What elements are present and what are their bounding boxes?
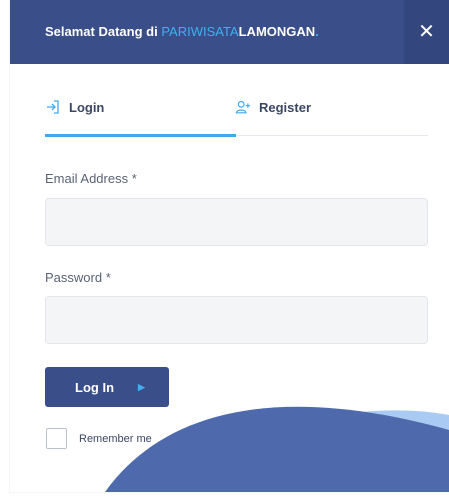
login-modal: Selamat Datang di PARIWISATALAMONGAN. ✕ …	[10, 0, 449, 492]
tab-login[interactable]: Login	[45, 100, 236, 137]
tab-register[interactable]: Register	[235, 100, 426, 136]
brand-part2: LAMONGAN	[238, 24, 316, 39]
login-submit-button[interactable]: Log In ▶	[45, 367, 169, 407]
auth-tabs: Login Register	[45, 100, 428, 137]
modal-title: Selamat Datang di PARIWISATALAMONGAN.	[45, 24, 319, 39]
login-button-label: Log In	[75, 379, 115, 395]
decorative-wave	[105, 406, 449, 492]
decor-dark-shape	[105, 406, 449, 492]
arrow-right-icon: ▶	[138, 381, 145, 392]
tab-register-label: Register	[259, 100, 312, 115]
title-prefix: Selamat Datang di	[45, 24, 162, 39]
email-field[interactable]	[45, 198, 428, 246]
remember-me-label: Remember me	[79, 432, 152, 445]
brand-part1: PARIWISATA	[161, 24, 239, 39]
password-field[interactable]	[45, 296, 428, 344]
user-plus-icon	[235, 99, 251, 115]
close-icon: ✕	[418, 21, 435, 43]
password-label: Password *	[45, 270, 111, 285]
tab-login-label: Login	[69, 100, 105, 115]
brand-dot: .	[315, 24, 319, 39]
email-label: Email Address *	[45, 171, 137, 186]
close-button[interactable]: ✕	[404, 0, 449, 64]
decor-light-shape	[160, 410, 449, 492]
modal-header: Selamat Datang di PARIWISATALAMONGAN. ✕	[10, 0, 449, 64]
remember-me-checkbox[interactable]	[46, 428, 67, 449]
login-icon	[45, 99, 61, 115]
remember-me-row: Remember me	[46, 428, 152, 449]
